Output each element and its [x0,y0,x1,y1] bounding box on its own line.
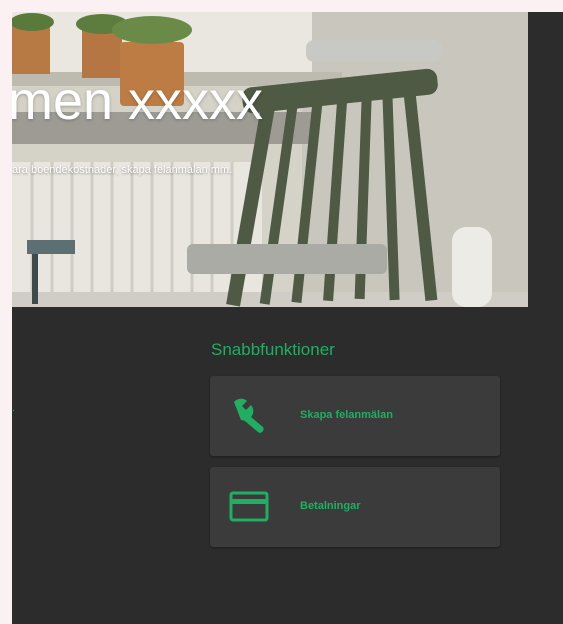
hero-banner: men xxxxx ara boendekostnader, skapa fel… [12,12,528,307]
hero-title: men xxxxx [12,71,264,131]
create-fault-report-label: Skapa felanmälan [300,409,393,421]
create-fault-report-button[interactable]: Skapa felanmälan [210,376,500,456]
hero-image [12,12,528,307]
quick-functions-title: Snabbfunktioner [211,340,335,359]
hero-subtitle: ara boendekostnader, skapa felanmälan mm… [12,164,233,176]
payments-button[interactable]: Betalningar [210,467,500,547]
credit-card-icon [228,487,272,527]
wrench-icon [228,396,272,436]
payments-label: Betalningar [300,500,361,512]
app-window: men xxxxx ara boendekostnader, skapa fel… [12,12,563,624]
edge-indicator: · [12,405,16,416]
